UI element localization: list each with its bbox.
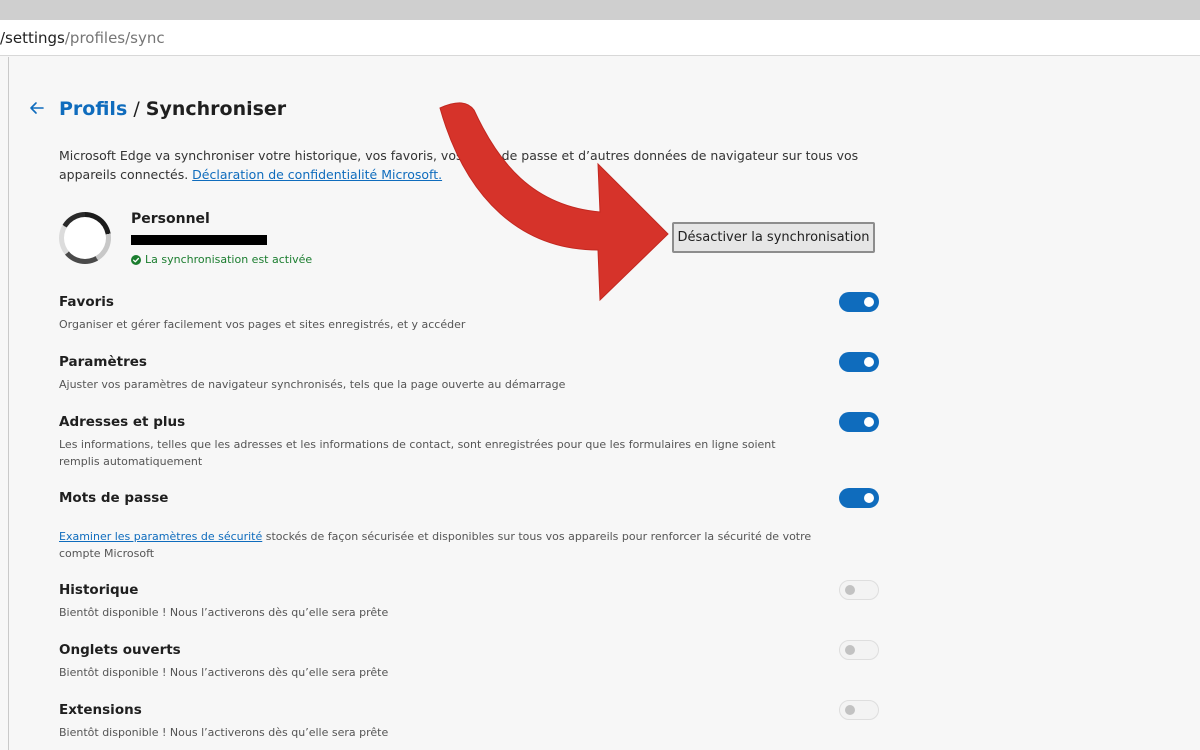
sync-status-text: La synchronisation est activée [145, 253, 313, 266]
page-title: Synchroniser [145, 98, 287, 120]
breadcrumb-profils-link[interactable]: Profils [59, 98, 127, 120]
breadcrumb: Profils / Synchroniser [59, 98, 286, 120]
avatar-inner [64, 217, 106, 259]
setting-title-mots-de-passe: Mots de passe [59, 490, 169, 506]
window-top-bar [0, 0, 1200, 20]
annotation-arrow-icon [439, 102, 669, 302]
toggle-knob [845, 585, 855, 595]
toggle-favoris[interactable] [839, 292, 879, 312]
toggle-knob [845, 645, 855, 655]
toggle-knob [864, 297, 874, 307]
avatar [59, 212, 111, 264]
toggle-adresses[interactable] [839, 412, 879, 432]
check-circle-icon [131, 254, 141, 265]
setting-title-onglets: Onglets ouverts [59, 642, 181, 658]
toggle-knob [864, 417, 874, 427]
url-path-rest: /profiles/sync [64, 29, 165, 47]
setting-desc-adresses: Les informations, telles que les adresse… [59, 438, 776, 468]
toggle-onglets-disabled [839, 640, 879, 660]
setting-desc-historique: Bientôt disponible ! Nous l’activerons d… [59, 606, 389, 619]
toggle-extensions-disabled [839, 700, 879, 720]
setting-desc-onglets: Bientôt disponible ! Nous l’activerons d… [59, 666, 389, 679]
url-path-settings: /settings [0, 29, 65, 47]
address-bar[interactable]: /settings/profiles/sync [0, 20, 1200, 56]
setting-desc-mots-de-passe: Examiner les paramètres de sécurité stoc… [59, 528, 819, 562]
address-url[interactable]: /settings/profiles/sync [0, 29, 165, 47]
redacted-email [131, 235, 267, 245]
setting-title-extensions: Extensions [59, 702, 142, 718]
setting-desc-parametres: Ajuster vos paramètres de navigateur syn… [59, 378, 566, 391]
toggle-historique-disabled [839, 580, 879, 600]
breadcrumb-separator: / [133, 98, 140, 120]
setting-title-favoris: Favoris [59, 294, 114, 310]
sidebar-divider [8, 57, 9, 750]
toggle-knob [864, 357, 874, 367]
toggle-knob [845, 705, 855, 715]
sync-status: La synchronisation est activée [131, 253, 312, 266]
profile-name: Personnel [131, 211, 210, 227]
setting-desc-extensions: Bientôt disponible ! Nous l’activerons d… [59, 726, 389, 739]
toggle-knob [864, 493, 874, 503]
setting-title-historique: Historique [59, 582, 139, 598]
setting-desc-favoris: Organiser et gérer facilement vos pages … [59, 318, 466, 331]
toggle-parametres[interactable] [839, 352, 879, 372]
setting-title-adresses: Adresses et plus [59, 414, 186, 430]
setting-title-parametres: Paramètres [59, 354, 147, 370]
back-arrow-icon[interactable] [27, 98, 47, 118]
security-settings-link[interactable]: Examiner les paramètres de sécurité [59, 530, 262, 543]
privacy-statement-link[interactable]: Déclaration de confidentialité Microsoft… [192, 167, 442, 182]
disable-sync-button[interactable]: Désactiver la synchronisation [672, 222, 875, 253]
toggle-mots-de-passe[interactable] [839, 488, 879, 508]
